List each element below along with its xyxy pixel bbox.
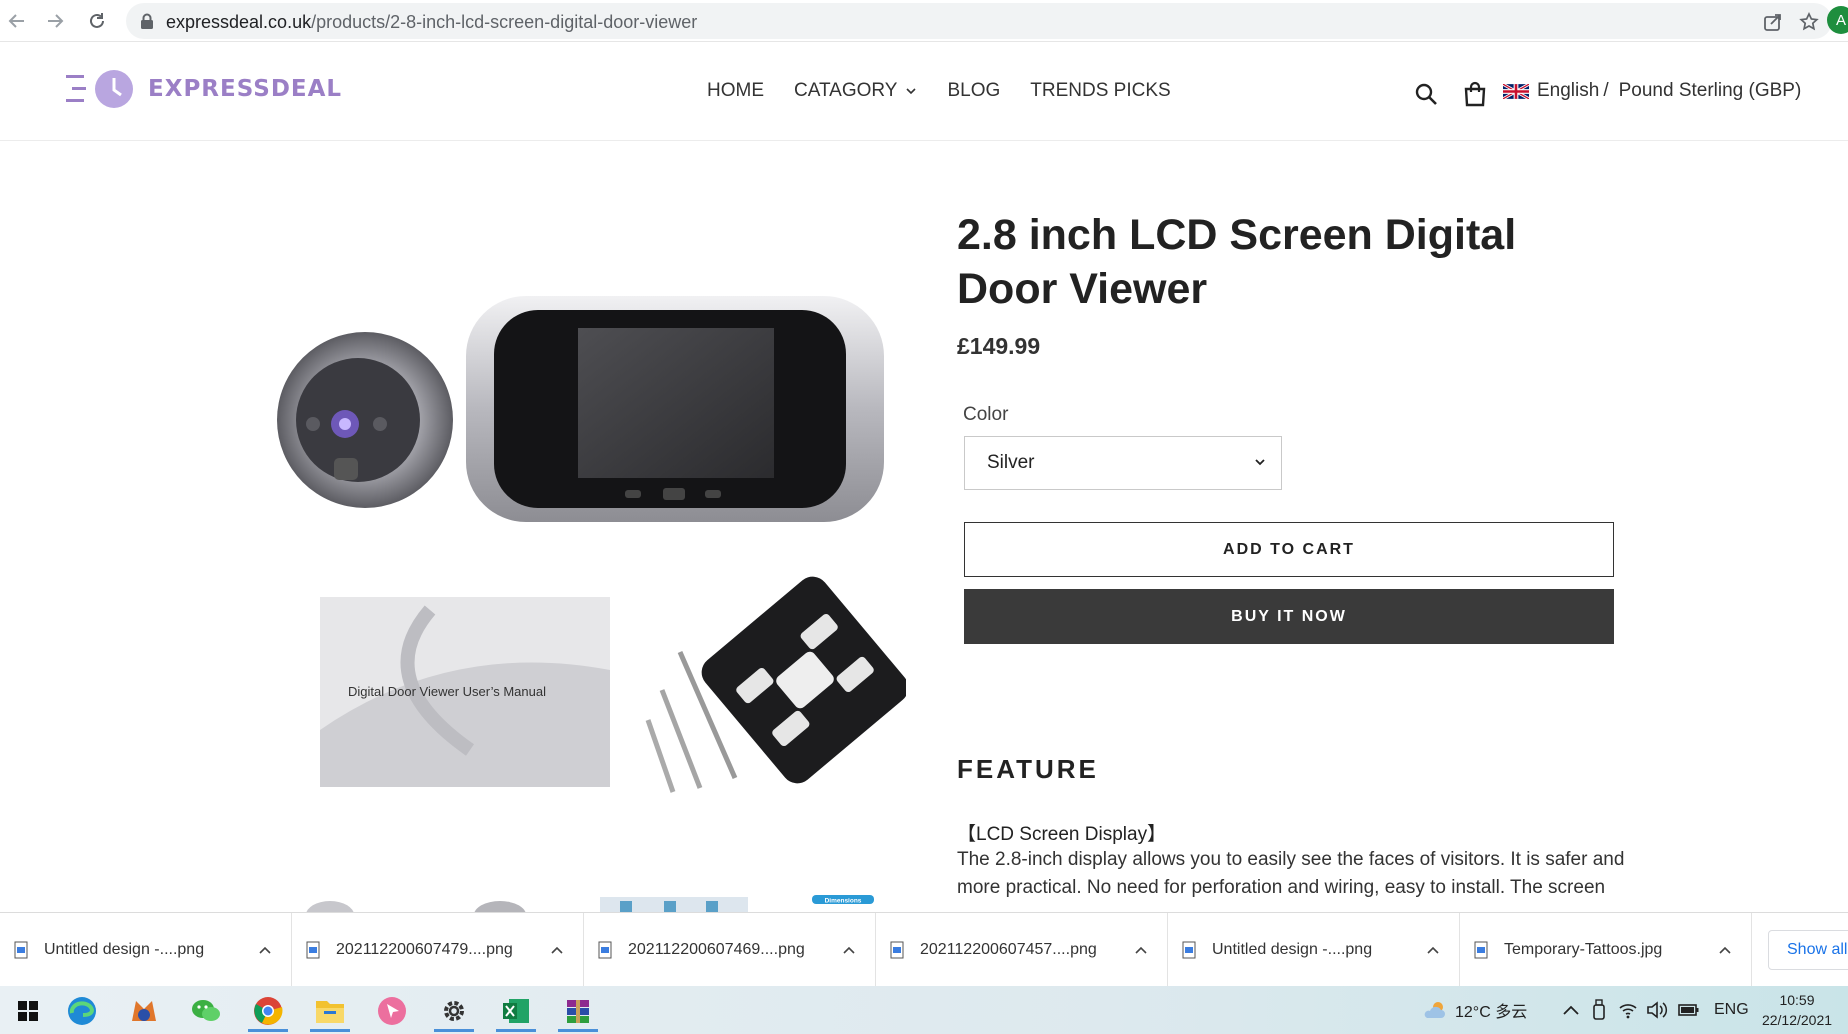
browser-toolbar: expressdeal.co.uk/products/2-8-inch-lcd-…	[0, 0, 1848, 42]
clock-logo-icon	[66, 70, 133, 108]
windows-taskbar: 12°C 多云 ENG 10:59 22/12/2021	[0, 986, 1848, 1034]
download-filename: Untitled design -....png	[1212, 941, 1373, 958]
battery-icon[interactable]	[1678, 1003, 1700, 1017]
chevron-up-icon[interactable]	[842, 945, 856, 955]
wechat-icon[interactable]	[178, 990, 234, 1032]
pointer-app-icon[interactable]	[364, 990, 420, 1032]
thumbnail-strip: Dimensions	[250, 893, 906, 913]
weather-widget[interactable]: 12°C 多云	[1421, 986, 1527, 1034]
address-bar[interactable]: expressdeal.co.uk/products/2-8-inch-lcd-…	[126, 3, 1832, 39]
image-file-icon	[1474, 941, 1488, 959]
file-explorer-icon[interactable]	[302, 990, 358, 1032]
chevron-up-icon[interactable]	[1134, 945, 1148, 955]
product-info: 2.8 inch LCD Screen Digital Door Viewer …	[957, 208, 1617, 360]
clock-time: 10:59	[1779, 992, 1815, 1008]
download-filename: 202112200607457....png	[920, 941, 1097, 958]
product-title: 2.8 inch LCD Screen Digital Door Viewer	[957, 211, 1517, 313]
system-clock[interactable]: 10:59 22/12/2021	[1755, 990, 1839, 1030]
profile-avatar[interactable]: A	[1827, 6, 1848, 34]
show-all-downloads-button[interactable]: Show all	[1768, 930, 1848, 970]
chevron-down-icon	[1255, 459, 1265, 466]
input-language[interactable]: ENG	[1714, 1001, 1749, 1019]
download-filename: Untitled design -....png	[44, 941, 205, 958]
color-select[interactable]: Silver	[964, 436, 1282, 490]
settings-gear-icon[interactable]	[426, 990, 482, 1032]
downloads-bar: Untitled design -....png 202112200607479…	[0, 912, 1848, 987]
feature-heading: FEATURE	[957, 754, 1099, 784]
winrar-icon[interactable]	[550, 990, 606, 1032]
product-price: £149.99	[957, 333, 1041, 359]
chevron-up-icon[interactable]	[1426, 945, 1440, 955]
download-item[interactable]: Untitled design -....png	[1168, 913, 1460, 987]
color-label: Color	[963, 404, 1009, 425]
logo-text: EXPRESSDEAL	[148, 76, 343, 102]
system-tray: ENG	[1562, 986, 1749, 1034]
uk-flag-icon	[1503, 83, 1529, 99]
image-file-icon	[598, 941, 612, 959]
manual-caption: Digital Door Viewer User’s Manual	[348, 684, 546, 699]
product-image-gallery[interactable]: Digital Door Viewer User’s Manual	[250, 210, 909, 900]
volume-icon[interactable]	[1646, 1001, 1668, 1019]
search-icon[interactable]	[1412, 80, 1440, 108]
back-arrow-icon[interactable]	[4, 8, 30, 34]
download-item[interactable]: 202112200607457....png	[876, 913, 1168, 987]
chevron-up-icon[interactable]	[550, 945, 564, 955]
add-to-cart-button[interactable]: ADD TO CART	[964, 522, 1614, 577]
thumbnail-dimensions-label: Dimensions	[825, 898, 862, 905]
image-file-icon	[306, 941, 320, 959]
windows-start-icon[interactable]	[0, 990, 56, 1032]
reload-icon[interactable]	[84, 8, 110, 34]
weather-text: 12°C 多云	[1455, 1004, 1528, 1021]
lock-icon	[140, 13, 154, 34]
chevron-up-icon[interactable]	[1562, 1003, 1580, 1017]
cart-bag-icon[interactable]	[1461, 80, 1489, 108]
download-item[interactable]: Temporary-Tattoos.jpg	[1460, 913, 1752, 987]
image-file-icon	[890, 941, 904, 959]
forward-arrow-icon[interactable]	[42, 8, 68, 34]
color-selected-value: Silver	[987, 452, 1035, 473]
edge-browser-icon[interactable]	[54, 990, 110, 1032]
wifi-icon[interactable]	[1618, 1001, 1638, 1019]
download-item[interactable]: 202112200607469....png	[584, 913, 876, 987]
buy-it-now-button[interactable]: BUY IT NOW	[964, 589, 1614, 644]
download-filename: Temporary-Tattoos.jpg	[1504, 941, 1663, 958]
image-file-icon	[14, 941, 28, 959]
image-file-icon	[1182, 941, 1196, 959]
url-text: expressdeal.co.uk/products/2-8-inch-lcd-…	[166, 12, 698, 32]
language-label: English	[1537, 80, 1600, 101]
currency-label: Pound Sterling (GBP)	[1618, 80, 1802, 101]
cloudy-weather-icon	[1424, 1002, 1445, 1018]
store-header: EXPRESSDEAL HOME CATAGORY BLOG TRENDS PI…	[0, 42, 1848, 141]
download-filename: 202112200607479....png	[336, 941, 513, 958]
nav-trends-picks[interactable]: TRENDS PICKS	[1030, 80, 1170, 102]
chevron-up-icon[interactable]	[258, 945, 272, 955]
feature-subheading: 【LCD Screen Display】	[957, 824, 1167, 845]
locale-selector[interactable]: English / Pound Sterling (GBP)	[1503, 80, 1801, 102]
product-main-image: Digital Door Viewer User’s Manual	[277, 296, 909, 793]
main-navigation: HOME CATAGORY BLOG TRENDS PICKS	[707, 80, 1201, 102]
store-logo[interactable]: EXPRESSDEAL	[64, 69, 342, 109]
share-icon[interactable]	[1762, 11, 1784, 33]
usb-drive-icon[interactable]	[1592, 999, 1606, 1021]
clock-date: 22/12/2021	[1761, 1012, 1833, 1028]
nav-home[interactable]: HOME	[707, 80, 764, 102]
download-item[interactable]: 202112200607479....png	[292, 913, 584, 987]
chevron-down-icon	[906, 88, 917, 95]
locale-separator: /	[1603, 80, 1609, 101]
download-filename: 202112200607469....png	[628, 941, 805, 958]
excel-icon[interactable]	[488, 990, 544, 1032]
nav-catagory[interactable]: CATAGORY	[794, 80, 917, 102]
download-item[interactable]: Untitled design -....png	[0, 913, 292, 987]
bookmark-star-icon[interactable]	[1798, 11, 1820, 33]
fox-app-icon[interactable]	[116, 990, 172, 1032]
nav-blog[interactable]: BLOG	[947, 80, 1000, 102]
chevron-up-icon[interactable]	[1718, 945, 1732, 955]
chrome-icon[interactable]	[240, 990, 296, 1032]
feature-description: The 2.8-inch display allows you to easil…	[957, 849, 1625, 898]
